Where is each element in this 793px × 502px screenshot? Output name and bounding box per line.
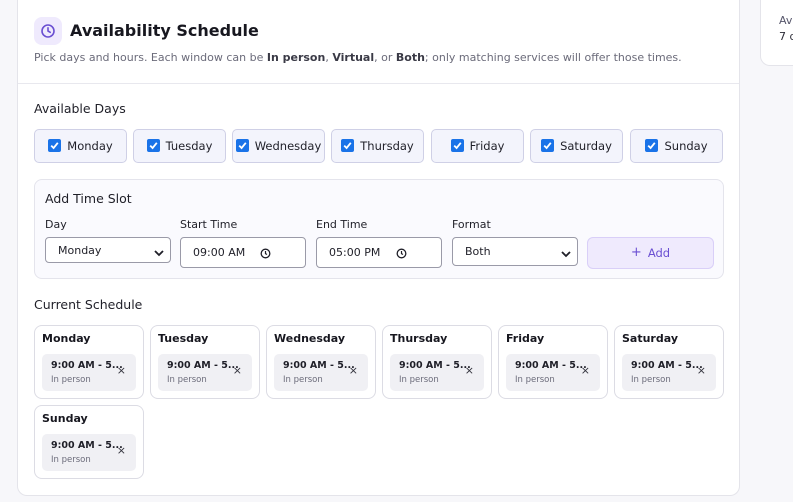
chevron-down-icon (561, 248, 571, 261)
end-time-input[interactable]: 05:00 PM (316, 237, 442, 268)
end-time-label: End Time (316, 218, 368, 231)
add-time-slot-button[interactable]: + Add (587, 237, 714, 269)
time-window-range: 9:00 AM - 5... (51, 360, 123, 371)
remove-icon[interactable]: × (117, 365, 126, 377)
day-toggle-friday[interactable]: Friday (431, 129, 524, 163)
checkbox-checked-icon[interactable] (450, 138, 464, 152)
add-time-slot-panel: Add Time Slot Day Start Time End Time Fo… (34, 179, 724, 279)
day-select[interactable]: Monday (45, 237, 171, 263)
schedule-day-card: Thursday 9:00 AM - 5... In person × (382, 325, 492, 399)
time-window-format: In person (631, 375, 671, 385)
time-window-entry: 9:00 AM - 5... In person × (506, 354, 600, 391)
day-toggle-label: Tuesday (165, 139, 213, 153)
chevron-down-icon (154, 247, 164, 260)
start-time-value: 09:00 AM (193, 246, 246, 259)
schedule-day-card: Saturday 9:00 AM - 5... In person × (614, 325, 724, 399)
available-days-label: Available Days (34, 101, 126, 116)
remove-icon[interactable]: × (697, 365, 706, 377)
format-label: Format (452, 218, 491, 231)
schedule-day-card: Monday 9:00 AM - 5... In person × (34, 325, 144, 399)
day-toggle-label: Wednesday (254, 139, 322, 153)
current-schedule-label: Current Schedule (34, 297, 143, 312)
day-toggle-tuesday[interactable]: Tuesday (133, 129, 226, 163)
time-window-range: 9:00 AM - 5... (167, 360, 239, 371)
start-time-input[interactable]: 09:00 AM (180, 237, 306, 268)
day-toggle-saturday[interactable]: Saturday (530, 129, 623, 163)
time-window-format: In person (515, 375, 555, 385)
time-window-range: 9:00 AM - 5... (283, 360, 355, 371)
schedule-day-name: Saturday (622, 332, 678, 345)
availability-card: Availability Schedule Pick days and hour… (17, 0, 740, 496)
schedule-day-name: Thursday (390, 332, 448, 345)
clock-icon (34, 17, 62, 45)
time-window-format: In person (51, 455, 91, 465)
time-window-entry: 9:00 AM - 5... In person × (42, 354, 136, 391)
checkbox-checked-icon[interactable] (341, 138, 355, 152)
schedule-day-card: Wednesday 9:00 AM - 5... In person × (266, 325, 376, 399)
schedule-day-card: Sunday 9:00 AM - 5... In person × (34, 405, 144, 479)
schedule-day-name: Friday (506, 332, 545, 345)
day-toggle-label: Sunday (664, 139, 708, 153)
add-time-slot-title: Add Time Slot (45, 191, 132, 206)
remove-icon[interactable]: × (465, 365, 474, 377)
card-header: Availability Schedule Pick days and hour… (18, 0, 739, 84)
time-window-entry: 9:00 AM - 5... In person × (390, 354, 484, 391)
side-summary-card: Av 7 d (760, 0, 793, 66)
end-time-value: 05:00 PM (329, 246, 381, 259)
format-select[interactable]: Both (452, 237, 578, 266)
day-toggle-sunday[interactable]: Sunday (630, 129, 723, 163)
schedule-day-name: Tuesday (158, 332, 209, 345)
day-select-value: Monday (58, 243, 102, 257)
side-summary-line2: 7 d (779, 30, 793, 43)
time-window-range: 9:00 AM - 5... (631, 360, 703, 371)
day-toggle-thursday[interactable]: Thursday (331, 129, 424, 163)
page-title: Availability Schedule (70, 21, 259, 40)
time-window-range: 9:00 AM - 5... (515, 360, 587, 371)
remove-icon[interactable]: × (233, 365, 242, 377)
time-window-format: In person (283, 375, 323, 385)
checkbox-checked-icon[interactable] (146, 138, 160, 152)
schedule-day-name: Monday (42, 332, 91, 345)
day-toggle-label: Saturday (560, 139, 612, 153)
checkbox-checked-icon[interactable] (541, 138, 555, 152)
day-toggle-label: Thursday (360, 139, 414, 153)
add-button-label: Add (647, 246, 671, 260)
day-toggle-label: Monday (67, 139, 113, 153)
schedule-day-card: Friday 9:00 AM - 5... In person × (498, 325, 608, 399)
time-window-range: 9:00 AM - 5... (399, 360, 471, 371)
checkbox-checked-icon[interactable] (48, 138, 62, 152)
time-window-entry: 9:00 AM - 5... In person × (622, 354, 716, 391)
clock-icon[interactable] (396, 248, 407, 262)
page-subtitle: Pick days and hours. Each window can be … (34, 51, 682, 64)
remove-icon[interactable]: × (581, 365, 590, 377)
start-time-label: Start Time (180, 218, 238, 231)
remove-icon[interactable]: × (117, 445, 126, 457)
checkbox-checked-icon[interactable] (235, 138, 249, 152)
time-window-range: 9:00 AM - 5... (51, 440, 123, 451)
remove-icon[interactable]: × (349, 365, 358, 377)
plus-icon: + (630, 245, 642, 260)
time-window-entry: 9:00 AM - 5... In person × (158, 354, 252, 391)
day-toggle-label: Friday (469, 139, 505, 153)
format-select-value: Both (465, 245, 491, 258)
clock-icon[interactable] (260, 248, 271, 262)
schedule-day-card: Tuesday 9:00 AM - 5... In person × (150, 325, 260, 399)
day-field-label: Day (45, 218, 67, 231)
time-window-format: In person (399, 375, 439, 385)
time-window-format: In person (167, 375, 207, 385)
schedule-day-name: Sunday (42, 412, 88, 425)
checkbox-checked-icon[interactable] (645, 138, 659, 152)
time-window-format: In person (51, 375, 91, 385)
side-summary-line1: Av (779, 14, 793, 27)
time-window-entry: 9:00 AM - 5... In person × (42, 434, 136, 471)
schedule-day-name: Wednesday (274, 332, 346, 345)
day-toggle-monday[interactable]: Monday (34, 129, 127, 163)
day-toggle-wednesday[interactable]: Wednesday (232, 129, 325, 163)
time-window-entry: 9:00 AM - 5... In person × (274, 354, 368, 391)
